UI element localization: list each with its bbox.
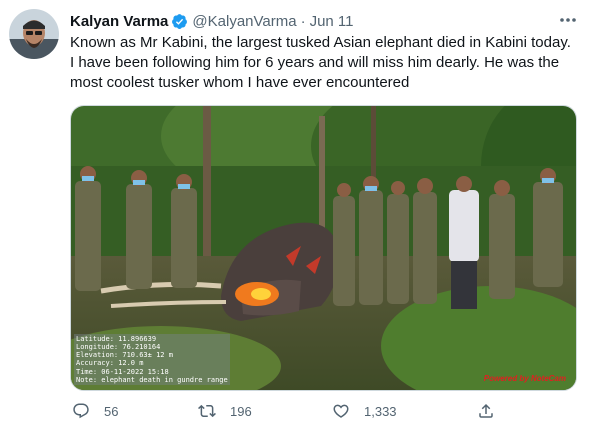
more-icon[interactable] — [554, 9, 582, 31]
like-button[interactable]: 1,333 — [332, 402, 397, 420]
avatar[interactable] — [9, 9, 59, 59]
share-icon — [479, 403, 493, 418]
retweet-button[interactable]: 196 — [198, 402, 252, 420]
heart-icon — [333, 404, 349, 418]
exif-line: Accuracy: 12.0 m — [76, 359, 144, 368]
exif-line: Longitude: 76.210164 — [76, 342, 161, 351]
author-handle[interactable]: @KalyanVarma — [192, 13, 296, 30]
exif-line: Note: elephant death in gundre range — [76, 375, 228, 384]
reply-button[interactable]: 56 — [72, 402, 118, 420]
tweet-actions: 56 196 1,333 — [70, 402, 520, 422]
verified-badge-icon — [171, 13, 188, 30]
tweet: Kalyan Varma @KalyanVarma · Jun 11 Known… — [0, 0, 598, 437]
tweet-text-line: I have been following him for 6 years an… — [70, 54, 560, 71]
tweet-photo[interactable]: Latitude: 11.896639 Longitude: 76.210164… — [70, 105, 577, 391]
photo-watermark: Powered by NoteCam — [483, 374, 566, 383]
share-button[interactable] — [477, 402, 509, 420]
retweet-icon — [198, 404, 216, 418]
retweet-count: 196 — [230, 403, 252, 419]
exif-overlay: Latitude: 11.896639 Longitude: 76.210164… — [74, 333, 230, 385]
like-count: 1,333 — [364, 403, 397, 419]
tweet-header: Kalyan Varma @KalyanVarma · Jun 11 — [70, 11, 354, 31]
tweet-timestamp[interactable]: Jun 11 — [310, 13, 354, 30]
exif-line: Elevation: 710.63± 12 m — [76, 351, 173, 360]
reply-count: 56 — [104, 403, 119, 419]
header-separator: · — [300, 12, 306, 30]
exif-line: Time: 06-11-2022 15:18 — [76, 367, 169, 376]
tweet-text-line: most coolest tusker whom I have ever enc… — [70, 74, 410, 91]
tweet-text: Known as Mr Kabini, the largest tusked A… — [70, 33, 585, 93]
reply-icon — [73, 403, 89, 419]
author-display-name[interactable]: Kalyan Varma — [70, 13, 168, 30]
tweet-text-line: Known as Mr Kabini, the largest tusked A… — [70, 34, 571, 51]
exif-line: Latitude: 11.896639 — [76, 334, 157, 343]
